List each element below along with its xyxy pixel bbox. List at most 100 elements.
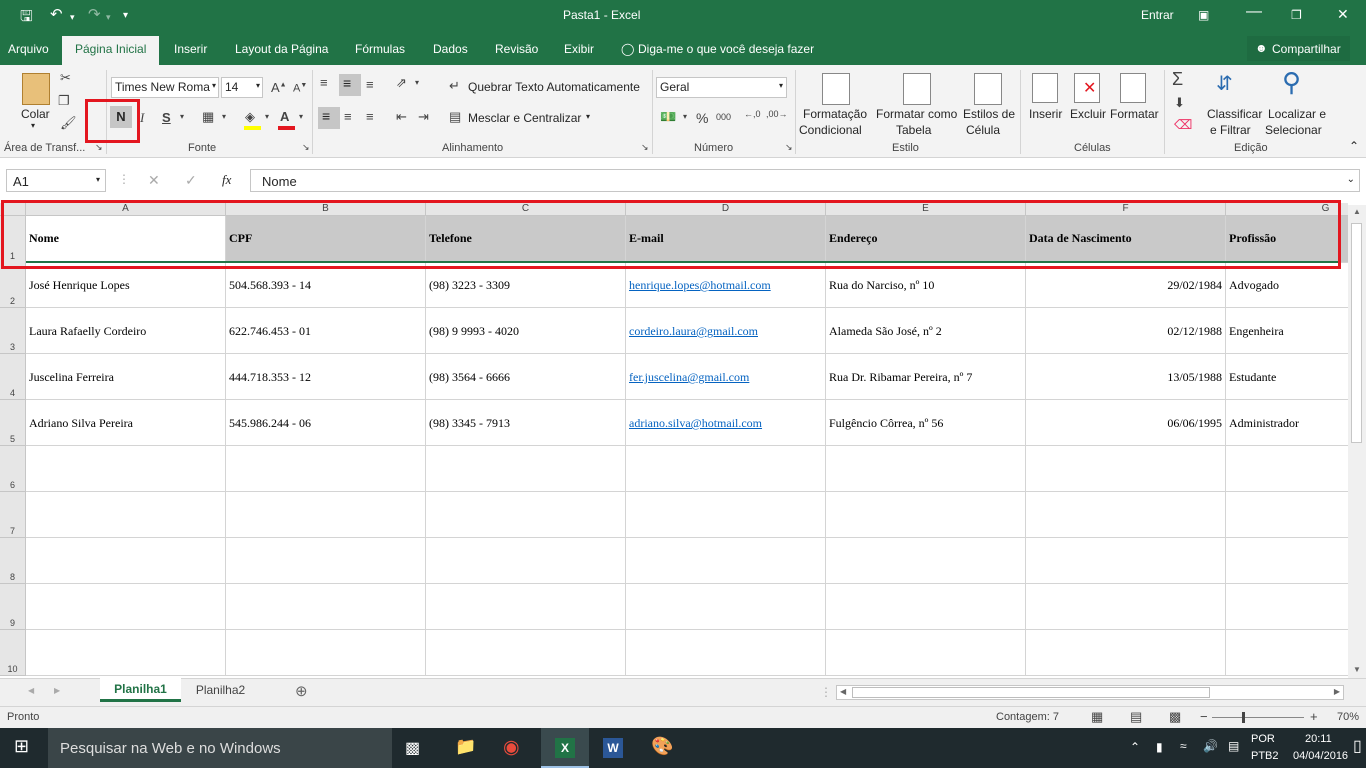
tab-formulas[interactable]: Fórmulas — [355, 42, 405, 56]
font-launcher-icon[interactable]: ↘ — [302, 142, 310, 153]
minimize-icon[interactable]: — — [1246, 3, 1262, 21]
decrease-font-icon[interactable]: A▼ — [293, 82, 307, 95]
page-layout-icon[interactable]: ▤ — [1130, 709, 1142, 725]
formula-input[interactable]: Nome ⌄ — [250, 169, 1360, 192]
cancel-icon[interactable]: ✕ — [148, 172, 160, 189]
cell-d6[interactable] — [626, 446, 826, 492]
chevron-down-icon[interactable]: ▾ — [212, 81, 216, 90]
cell-b6[interactable] — [226, 446, 426, 492]
cell-a8[interactable] — [26, 538, 226, 584]
cell-f3[interactable]: 02/12/1988 — [1026, 308, 1226, 354]
row-header-10[interactable]: 10 — [0, 630, 26, 676]
wrap-text-button[interactable]: Quebrar Texto Automaticamente — [468, 80, 640, 94]
cell-a10[interactable] — [26, 630, 226, 676]
zoom-slider[interactable] — [1212, 717, 1304, 718]
cell-b3[interactable]: 622.746.453 - 01 — [226, 308, 426, 354]
file-explorer-icon[interactable]: 📁 — [455, 737, 476, 757]
fill-icon[interactable]: ⬇ — [1174, 95, 1185, 111]
cell-d9[interactable] — [626, 584, 826, 630]
row-header-9[interactable]: 9 — [0, 584, 26, 630]
battery-icon[interactable]: ▮ — [1156, 740, 1163, 754]
share-button[interactable]: ☻ Compartilhar — [1247, 36, 1350, 61]
expand-formula-icon[interactable]: ⌄ — [1347, 174, 1355, 185]
cell-b10[interactable] — [226, 630, 426, 676]
tab-dados[interactable]: Dados — [433, 42, 468, 56]
keyboard-label[interactable]: PTB2 — [1251, 750, 1279, 762]
cell-c8[interactable] — [426, 538, 626, 584]
cell-f6[interactable] — [1026, 446, 1226, 492]
cell-f9[interactable] — [1026, 584, 1226, 630]
tab-layout[interactable]: Layout da Página — [235, 42, 328, 56]
row-header-8[interactable]: 8 — [0, 538, 26, 584]
cell-a6[interactable] — [26, 446, 226, 492]
number-format-box[interactable]: Geral ▾ — [656, 77, 787, 98]
volume-icon[interactable]: 🔊 — [1203, 739, 1218, 753]
cond-format-label2[interactable]: Condicional — [799, 123, 862, 137]
redo-dropdown-icon[interactable]: ▾ — [106, 12, 111, 23]
scroll-thumb[interactable] — [1351, 223, 1362, 443]
sort-filter-label2[interactable]: e Filtrar — [1210, 123, 1251, 137]
clear-icon[interactable]: ⌫ — [1174, 117, 1192, 133]
align-bottom-icon[interactable]: ≡ — [366, 77, 374, 92]
sheet-tab-planilha2[interactable]: Planilha2 — [183, 679, 258, 701]
merge-dropdown-icon[interactable]: ▾ — [586, 112, 590, 121]
borders-icon[interactable]: ▦ — [202, 109, 214, 125]
currency-dropdown-icon[interactable]: ▾ — [683, 112, 687, 121]
spreadsheet-grid[interactable]: ABCDEFG 1 2 3 4 5 6 7 8 9 10 Nome CPF Telefone E-mai… — [0, 200, 1348, 678]
fill-color-icon[interactable]: ◈ — [245, 109, 255, 125]
font-color-icon[interactable]: A — [280, 109, 289, 124]
zoom-in-icon[interactable]: + — [1310, 709, 1318, 724]
cell-f5[interactable]: 06/06/1995 — [1026, 400, 1226, 446]
tab-revisao[interactable]: Revisão — [495, 42, 538, 56]
save-icon[interactable]: 🖫 — [20, 6, 33, 31]
font-color-dropdown-icon[interactable]: ▾ — [299, 112, 303, 121]
decrease-decimal-icon[interactable]: ,00→ — [766, 109, 788, 119]
cond-format-label1[interactable]: Formatação — [803, 107, 867, 121]
cell-d4[interactable]: fer.juscelina@gmail.com — [626, 354, 826, 400]
windows-start-icon[interactable]: ⊞ — [14, 736, 29, 757]
language-label[interactable]: POR — [1251, 733, 1275, 745]
cell-a3[interactable]: Laura Rafaelly Cordeiro — [26, 308, 226, 354]
font-name-box[interactable]: Times New Roma ▾ — [111, 77, 219, 98]
cell-e9[interactable] — [826, 584, 1026, 630]
insert-cells-icon[interactable] — [1032, 73, 1058, 103]
increase-indent-icon[interactable]: ⇥ — [418, 109, 429, 125]
cell-g3[interactable]: Engenheira — [1226, 308, 1348, 354]
delete-cells-button[interactable]: Excluir — [1070, 107, 1106, 121]
orientation-dropdown-icon[interactable]: ▾ — [415, 78, 419, 87]
cell-g4[interactable]: Estudante — [1226, 354, 1348, 400]
find-select-label1[interactable]: Localizar e — [1268, 107, 1326, 121]
tab-exibir[interactable]: Exibir — [564, 42, 594, 56]
page-break-icon[interactable]: ▩ — [1169, 709, 1181, 725]
align-left-button[interactable]: ≡ — [318, 107, 340, 129]
wrap-text-icon[interactable]: ↵ — [449, 78, 460, 94]
redo-icon[interactable]: ↷ — [88, 5, 101, 23]
vertical-scrollbar[interactable]: ▲ ▼ — [1348, 205, 1366, 678]
sort-filter-icon[interactable]: ⇵ — [1216, 71, 1233, 96]
clock-time[interactable]: 20:11 — [1305, 733, 1332, 745]
add-sheet-icon[interactable]: ⊕ — [295, 682, 308, 700]
cell-c4[interactable]: (98) 3564 - 6666 — [426, 354, 626, 400]
undo-dropdown-icon[interactable]: ▾ — [70, 12, 75, 23]
signin-link[interactable]: Entrar — [1141, 8, 1174, 22]
align-middle-button[interactable]: ≡ — [339, 74, 361, 96]
cell-c10[interactable] — [426, 630, 626, 676]
fill-dropdown-icon[interactable]: ▾ — [265, 112, 269, 121]
close-icon[interactable]: ✕ — [1337, 6, 1349, 23]
increase-font-icon[interactable]: A▲ — [271, 80, 287, 95]
cell-f10[interactable] — [1026, 630, 1226, 676]
cell-b5[interactable]: 545.986.244 - 06 — [226, 400, 426, 446]
decrease-indent-icon[interactable]: ⇤ — [396, 109, 407, 125]
percent-button[interactable]: % — [696, 110, 708, 126]
prev-sheet-icon[interactable]: ◀ — [28, 686, 34, 695]
tab-pagina-inicial[interactable]: Página Inicial — [62, 36, 160, 65]
format-cells-button[interactable]: Formatar — [1110, 107, 1159, 121]
cell-a4[interactable]: Juscelina Ferreira — [26, 354, 226, 400]
merge-icon[interactable]: ▤ — [449, 109, 461, 125]
find-select-icon[interactable]: ⚲ — [1282, 67, 1301, 98]
undo-icon[interactable]: ↶ — [50, 5, 63, 23]
currency-icon[interactable]: 💵 — [660, 109, 676, 125]
chrome-icon[interactable]: ◉ — [503, 736, 520, 759]
collapse-ribbon-icon[interactable]: ⌃ — [1349, 139, 1359, 153]
chevron-down-icon[interactable]: ▾ — [96, 175, 100, 184]
